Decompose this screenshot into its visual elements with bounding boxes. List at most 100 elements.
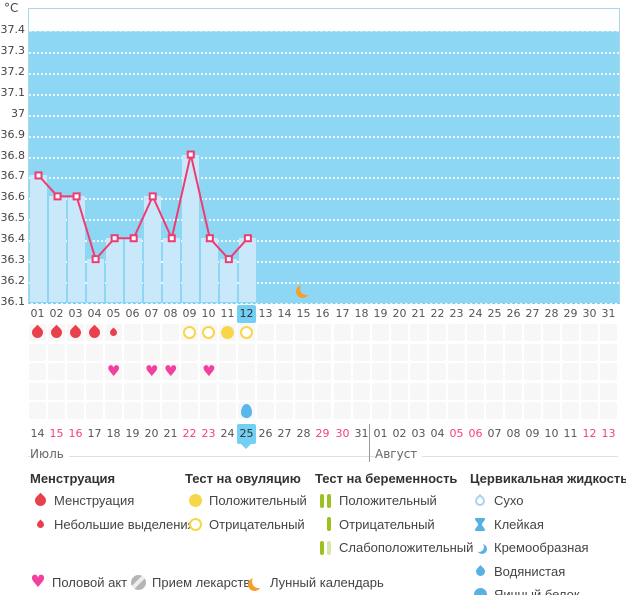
calendar-date-cell[interactable]: 02: [390, 424, 409, 444]
calendar-date-cell[interactable]: 11: [561, 424, 580, 444]
cycle-day-cell[interactable]: 26: [504, 305, 523, 323]
grid-cell: [162, 402, 179, 420]
temperature-point[interactable]: [129, 234, 138, 243]
calendar-date-cell[interactable]: 01: [371, 424, 390, 444]
fluid-sticky-iconbox: [470, 516, 490, 533]
cycle-day-cell[interactable]: 27: [523, 305, 542, 323]
cycle-day-cell[interactable]: 30: [580, 305, 599, 323]
grid-cell: [48, 402, 65, 420]
calendar-date-cell[interactable]: 14: [28, 424, 47, 444]
temperature-point[interactable]: [148, 192, 157, 201]
calendar-date-cell[interactable]: 10: [542, 424, 561, 444]
cycle-day-cell[interactable]: 17: [333, 305, 352, 323]
calendar-date-cell[interactable]: 18: [104, 424, 123, 444]
grid-cell: [524, 324, 541, 341]
cycle-day-cell[interactable]: 31: [599, 305, 618, 323]
calendar-date-cell[interactable]: 19: [123, 424, 142, 444]
grid-cell: [295, 382, 312, 400]
cycle-day-cell[interactable]: 22: [428, 305, 447, 323]
grid-cell: [200, 402, 217, 420]
pregnancy-negative-icon: [326, 517, 331, 531]
temperature-point[interactable]: [186, 150, 195, 159]
cycle-day-cell[interactable]: 23: [447, 305, 466, 323]
calendar-date-cell[interactable]: 08: [504, 424, 523, 444]
calendar-date-cell[interactable]: 28: [294, 424, 313, 444]
grid-cell: [314, 382, 331, 400]
fluid-sticky-icon: [475, 517, 485, 531]
calendar-date-cell[interactable]: 23: [199, 424, 218, 444]
calendar-date-cell[interactable]: 03: [409, 424, 428, 444]
grid-cell: [524, 343, 541, 361]
calendar-date-cell[interactable]: 17: [85, 424, 104, 444]
calendar-date-cell[interactable]: 24: [218, 424, 237, 444]
temperature-point[interactable]: [53, 192, 62, 201]
calendar-date-cell[interactable]: 06: [466, 424, 485, 444]
temperature-point[interactable]: [72, 192, 81, 201]
cycle-day-cell[interactable]: 19: [371, 305, 390, 323]
grid-cell: [67, 343, 84, 361]
grid-cell: [467, 402, 484, 420]
cycle-day-cell[interactable]: 01: [28, 305, 47, 323]
calendar-date-cell[interactable]: 21: [161, 424, 180, 444]
cycle-day-cell[interactable]: 15: [294, 305, 313, 323]
cycle-day-cell[interactable]: 28: [542, 305, 561, 323]
grid-cell: [105, 343, 122, 361]
calendar-date-cell[interactable]: 26: [256, 424, 275, 444]
calendar-date-cell[interactable]: 04: [428, 424, 447, 444]
temperature-point[interactable]: [205, 234, 214, 243]
cycle-day-cell[interactable]: 03: [66, 305, 85, 323]
legend-item: Клейкая: [470, 516, 544, 533]
calendar-date-cell[interactable]: 13: [599, 424, 618, 444]
ovulation-positive-icon: [188, 494, 202, 507]
calendar-date-cell[interactable]: 05: [447, 424, 466, 444]
cycle-day-cell[interactable]: 07: [142, 305, 161, 323]
cycle-day-cell[interactable]: 02: [47, 305, 66, 323]
grid-cell: [448, 363, 465, 381]
calendar-date-cell[interactable]: 30: [333, 424, 352, 444]
calendar-date-cell[interactable]: 07: [485, 424, 504, 444]
cycle-day-cell[interactable]: 06: [123, 305, 142, 323]
cycle-day-cell[interactable]: 20: [390, 305, 409, 323]
intercourse-heart-icon: ♥: [30, 572, 46, 592]
cycle-day-cell[interactable]: 05: [104, 305, 123, 323]
legend-item: Яичный белок: [470, 586, 580, 595]
calendar-date-cell[interactable]: 27: [275, 424, 294, 444]
cycle-day-cell[interactable]: 24: [466, 305, 485, 323]
temperature-point[interactable]: [91, 255, 100, 264]
calendar-date-cell[interactable]: 15: [47, 424, 66, 444]
calendar-date-cell[interactable]: 16: [66, 424, 85, 444]
cycle-day-cell[interactable]: 16: [313, 305, 332, 323]
temperature-point[interactable]: [243, 234, 252, 243]
cycle-day-cell[interactable]: 10: [199, 305, 218, 323]
temperature-point[interactable]: [110, 234, 119, 243]
calendar-date-cell[interactable]: 20: [142, 424, 161, 444]
grid-cell: [353, 343, 370, 361]
grid-cell: [410, 382, 427, 400]
calendar-date-cell[interactable]: 12: [580, 424, 599, 444]
cycle-day-cell[interactable]: 08: [161, 305, 180, 323]
cycle-day-cell[interactable]: 13: [256, 305, 275, 323]
calendar-date-cell[interactable]: 29: [313, 424, 332, 444]
cycle-day-cell[interactable]: 29: [561, 305, 580, 323]
cycle-day-cell[interactable]: 14: [275, 305, 294, 323]
calendar-date-cell[interactable]: 09: [523, 424, 542, 444]
ovulation-positive-iconbox: [185, 492, 205, 509]
temperature-point[interactable]: [34, 171, 43, 180]
cycle-day-cell[interactable]: 21: [409, 305, 428, 323]
grid-cell: [467, 343, 484, 361]
grid-cell: [162, 343, 179, 361]
calendar-date-cell[interactable]: 25: [237, 424, 256, 444]
calendar-date-cell[interactable]: 22: [180, 424, 199, 444]
cycle-day-cell[interactable]: 09: [180, 305, 199, 323]
grid-cell: [600, 402, 617, 420]
cycle-day-cell[interactable]: 11: [218, 305, 237, 323]
grid-cell: [486, 324, 503, 341]
grid-cell: [181, 343, 198, 361]
cycle-day-cell[interactable]: 04: [85, 305, 104, 323]
cycle-day-cell[interactable]: 12: [237, 305, 256, 323]
cycle-day-cell[interactable]: 18: [352, 305, 371, 323]
grid-cell: [29, 343, 46, 361]
cycle-day-cell[interactable]: 25: [485, 305, 504, 323]
temperature-point[interactable]: [167, 234, 176, 243]
temperature-point[interactable]: [224, 255, 233, 264]
